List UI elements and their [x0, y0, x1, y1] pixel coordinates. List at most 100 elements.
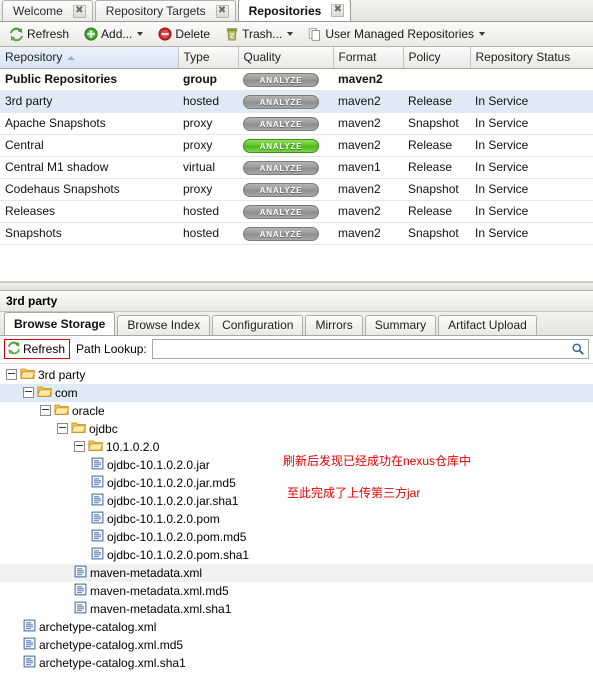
close-icon[interactable]: ✖	[215, 4, 229, 18]
analyze-badge[interactable]: ANALYZE	[243, 116, 319, 131]
chevron-down-icon[interactable]	[287, 32, 294, 36]
collapse-toggle-icon[interactable]	[40, 405, 51, 416]
column-header-repository[interactable]: Repository	[0, 47, 179, 69]
repository-status: In Service	[470, 134, 593, 157]
repository-policy	[403, 68, 470, 91]
file-icon	[23, 637, 36, 653]
file-icon	[91, 529, 104, 545]
column-header-policy[interactable]: Policy	[403, 47, 471, 69]
tree-file-node[interactable]: maven-metadata.xml	[0, 563, 593, 582]
close-icon[interactable]: ✖	[331, 4, 345, 17]
repository-format: maven2	[333, 89, 403, 113]
main-tab-welcome[interactable]: Welcome ✖	[2, 0, 93, 21]
collapse-toggle-icon[interactable]	[6, 369, 17, 380]
refresh-icon	[9, 27, 24, 42]
tree-node-label: oracle	[72, 403, 105, 418]
tree-file-node[interactable]: ojdbc-10.1.0.2.0.pom.sha1	[0, 546, 593, 564]
path-lookup-field[interactable]	[151, 339, 589, 359]
tree-file-node[interactable]: maven-metadata.xml.md5	[0, 582, 593, 600]
toolbar-user-managed-repositories-button[interactable]: User Managed Repositories	[302, 23, 491, 45]
tab-artifact-upload[interactable]: Artifact Upload	[438, 314, 537, 335]
close-icon[interactable]: ✖	[72, 4, 86, 18]
table-row[interactable]: 3rd party hosted ANALYZE maven2 Release In Se…	[0, 89, 593, 113]
quality-cell: ANALYZE	[238, 68, 333, 91]
analyze-badge[interactable]: ANALYZE	[243, 182, 319, 197]
tree-file-node[interactable]: archetype-catalog.xml.sha1	[0, 654, 593, 672]
collapse-toggle-icon[interactable]	[74, 441, 85, 452]
analyze-badge[interactable]: ANALYZE	[243, 138, 319, 153]
browse-refresh-label: Refresh	[23, 342, 66, 356]
tree-file-node[interactable]: archetype-catalog.xml.md5	[0, 636, 593, 654]
column-header-quality[interactable]: Quality	[238, 47, 334, 69]
folder-icon	[37, 385, 53, 401]
tree-file-node[interactable]: ojdbc-10.1.0.2.0.pom	[0, 510, 593, 528]
tree-folder-node[interactable]: oracle	[0, 402, 593, 420]
repository-name: Central	[0, 134, 178, 157]
collapse-toggle-icon[interactable]	[23, 387, 34, 398]
annotation-text: 刷新后发现已经成功在nexus仓库中	[283, 454, 472, 468]
collapse-toggle-icon[interactable]	[57, 423, 68, 434]
repository-status: In Service	[470, 178, 593, 201]
file-icon	[91, 493, 104, 509]
analyze-badge[interactable]: ANALYZE	[243, 160, 319, 175]
tree-node-label: ojdbc-10.1.0.2.0.pom.sha1	[107, 547, 250, 562]
table-row[interactable]: Central M1 shadow virtual ANALYZE maven1 Rel…	[0, 156, 593, 179]
toolbar-button-label: Trash...	[242, 27, 283, 41]
toolbar-trash-button[interactable]: Trash...	[219, 23, 299, 45]
analyze-badge[interactable]: ANALYZE	[243, 226, 319, 241]
tree-file-node[interactable]: maven-metadata.xml.sha1	[0, 600, 593, 618]
table-row[interactable]: Central proxy ANALYZE maven2 Release In Servi…	[0, 134, 593, 157]
tab-browse-index[interactable]: Browse Index	[117, 314, 211, 335]
column-header-label: Type	[183, 50, 210, 65]
tree-file-node[interactable]: archetype-catalog.xml	[0, 618, 593, 636]
path-lookup-input[interactable]	[152, 340, 569, 358]
repository-status: In Service	[470, 112, 593, 135]
repository-status: In Service	[470, 89, 593, 113]
main-tab-repositories[interactable]: Repositories ✖	[237, 0, 352, 21]
tree-node-label: maven-metadata.xml	[90, 565, 203, 580]
tree-folder-node[interactable]: 3rd party	[0, 366, 593, 384]
repository-type: hosted	[178, 222, 238, 245]
repository-type: proxy	[178, 178, 238, 201]
annotation-text: 至此完成了上传第三方jar	[287, 486, 421, 500]
toolbar-refresh-button[interactable]: Refresh	[3, 23, 75, 45]
main-tab-repository-targets[interactable]: Repository Targets ✖	[94, 0, 236, 21]
toolbar-add-button[interactable]: Add...	[78, 23, 149, 45]
path-lookup-bar: Refresh Path Lookup:	[0, 335, 593, 364]
analyze-badge[interactable]: ANALYZE	[243, 72, 319, 87]
repository-policy: Release	[403, 200, 470, 223]
repository-type: virtual	[178, 156, 238, 179]
analyze-badge[interactable]: ANALYZE	[243, 94, 319, 109]
table-row[interactable]: Codehaus Snapshots proxy ANALYZE maven2 Snap…	[0, 178, 593, 201]
column-header-type[interactable]: Type	[178, 47, 239, 69]
search-icon[interactable]	[569, 342, 588, 356]
column-header-repository-status[interactable]: Repository Status	[470, 47, 593, 69]
path-lookup-label: Path Lookup:	[76, 342, 147, 356]
detail-tab-strip: Browse Storage Browse Index Configuration M…	[0, 311, 593, 336]
table-row[interactable]: Apache Snapshots proxy ANALYZE maven2 Snapsh…	[0, 112, 593, 135]
chevron-down-icon[interactable]	[137, 32, 144, 36]
tree-folder-node[interactable]: ojdbc	[0, 420, 593, 438]
toolbar-button-label: Refresh	[27, 27, 70, 41]
repository-format: maven2	[333, 134, 403, 157]
tree-file-node[interactable]: ojdbc-10.1.0.2.0.pom.md5	[0, 528, 593, 546]
table-row[interactable]: Public Repositories group ANALYZE maven2	[0, 68, 593, 91]
tab-mirrors[interactable]: Mirrors	[305, 314, 363, 335]
repository-policy: Snapshot	[403, 178, 470, 201]
pages-icon	[308, 27, 322, 42]
panel-splitter[interactable]	[0, 281, 593, 291]
tab-summary[interactable]: Summary	[364, 314, 437, 335]
quality-cell: ANALYZE	[238, 200, 333, 223]
column-header-format[interactable]: Format	[333, 47, 404, 69]
analyze-badge[interactable]: ANALYZE	[243, 204, 319, 219]
tab-configuration[interactable]: Configuration	[212, 314, 304, 335]
chevron-down-icon[interactable]	[479, 32, 486, 36]
browse-refresh-button[interactable]: Refresh	[4, 339, 71, 359]
table-row[interactable]: Releases hosted ANALYZE maven2 Release In Ser…	[0, 200, 593, 223]
tree-folder-node[interactable]: com	[0, 383, 593, 402]
repositories-grid-container: Repository Type Quality Format Policy Reposit…	[0, 47, 593, 282]
folder-icon	[71, 421, 87, 437]
tab-browse-storage[interactable]: Browse Storage	[4, 311, 116, 335]
table-row[interactable]: Snapshots hosted ANALYZE maven2 Snapshot In S…	[0, 222, 593, 245]
toolbar-delete-button[interactable]: Delete	[152, 23, 216, 45]
